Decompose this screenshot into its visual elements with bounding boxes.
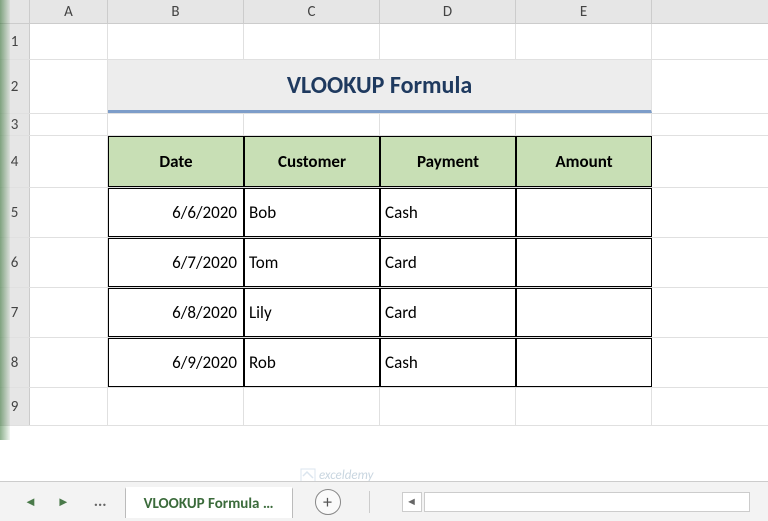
- tabbar-separator: [369, 491, 370, 513]
- cell-A3[interactable]: [30, 114, 108, 135]
- col-header-E[interactable]: E: [516, 0, 652, 23]
- cell-payment-3[interactable]: Card: [380, 288, 516, 337]
- cell-payment-1[interactable]: Cash: [380, 188, 516, 237]
- cell-E9[interactable]: [516, 388, 652, 425]
- row-header-2[interactable]: 2: [0, 60, 30, 113]
- cell-customer-1[interactable]: Bob: [244, 188, 380, 237]
- new-sheet-button[interactable]: +: [315, 489, 341, 515]
- row-header-6[interactable]: 6: [0, 238, 30, 287]
- row-header-1[interactable]: 1: [0, 24, 30, 59]
- plus-icon: +: [323, 491, 332, 513]
- header-date[interactable]: Date: [108, 136, 244, 187]
- column-header-row: A B C D E: [0, 0, 768, 24]
- cell-date-1[interactable]: 6/6/2020: [108, 188, 244, 237]
- cell-payment-4[interactable]: Cash: [380, 338, 516, 387]
- col-header-A[interactable]: A: [30, 0, 108, 23]
- grid-body: 1 2 VLOOKUP Formula 3 4 Date Custom: [0, 24, 768, 426]
- cell-amount-4[interactable]: [516, 338, 652, 387]
- spreadsheet-grid: A B C D E 1 2 VLOOKUP Formula 3: [0, 0, 768, 480]
- header-customer[interactable]: Customer: [244, 136, 380, 187]
- scroll-left-icon[interactable]: ◄: [402, 492, 422, 512]
- cell-amount-1[interactable]: [516, 188, 652, 237]
- row-5: 5 6/6/2020 Bob Cash: [0, 188, 768, 238]
- row-2: 2 VLOOKUP Formula: [0, 60, 768, 114]
- col-header-C[interactable]: C: [244, 0, 380, 23]
- row-header-4[interactable]: 4: [0, 136, 30, 187]
- horizontal-scrollbar[interactable]: ◄: [402, 492, 751, 512]
- cell-amount-3[interactable]: [516, 288, 652, 337]
- nav-prev-sheet-icon[interactable]: ◄: [18, 494, 43, 510]
- cell-A4[interactable]: [30, 136, 108, 187]
- cell-A9[interactable]: [30, 388, 108, 425]
- row-8: 8 6/9/2020 Rob Cash: [0, 338, 768, 388]
- row-3: 3: [0, 114, 768, 136]
- cell-date-2[interactable]: 6/7/2020: [108, 238, 244, 287]
- row-9: 9: [0, 388, 768, 426]
- cell-E1[interactable]: [516, 24, 652, 59]
- row-4: 4 Date Customer Payment Amount: [0, 136, 768, 188]
- row-header-8[interactable]: 8: [0, 338, 30, 387]
- row-header-3[interactable]: 3: [0, 114, 30, 135]
- cell-C9[interactable]: [244, 388, 380, 425]
- cell-E3[interactable]: [516, 114, 652, 135]
- cell-D3[interactable]: [380, 114, 516, 135]
- cell-date-3[interactable]: 6/8/2020: [108, 288, 244, 337]
- cell-C1[interactable]: [244, 24, 380, 59]
- title-cell[interactable]: VLOOKUP Formula: [108, 60, 652, 113]
- col-header-D[interactable]: D: [380, 0, 516, 23]
- cell-D1[interactable]: [380, 24, 516, 59]
- sheet-tab-bar: ◄ ► ... VLOOKUP Formula … + ◄: [0, 481, 768, 521]
- cell-A1[interactable]: [30, 24, 108, 59]
- cell-customer-2[interactable]: Tom: [244, 238, 380, 287]
- row-header-9[interactable]: 9: [0, 388, 30, 425]
- col-header-B[interactable]: B: [108, 0, 244, 23]
- cell-A2[interactable]: [30, 60, 108, 113]
- cell-A8[interactable]: [30, 338, 108, 387]
- cell-A5[interactable]: [30, 188, 108, 237]
- cell-A7[interactable]: [30, 288, 108, 337]
- sheet-tab-active[interactable]: VLOOKUP Formula …: [125, 487, 293, 518]
- row-1: 1: [0, 24, 768, 60]
- cell-C3[interactable]: [244, 114, 380, 135]
- cell-D9[interactable]: [380, 388, 516, 425]
- select-all-corner[interactable]: [0, 0, 30, 23]
- cell-customer-3[interactable]: Lily: [244, 288, 380, 337]
- cell-customer-4[interactable]: Rob: [244, 338, 380, 387]
- cell-B1[interactable]: [108, 24, 244, 59]
- cell-A6[interactable]: [30, 238, 108, 287]
- row-header-7[interactable]: 7: [0, 288, 30, 337]
- cell-B3[interactable]: [108, 114, 244, 135]
- row-6: 6 6/7/2020 Tom Card: [0, 238, 768, 288]
- row-header-5[interactable]: 5: [0, 188, 30, 237]
- more-sheets-button[interactable]: ...: [84, 492, 117, 511]
- nav-next-sheet-icon[interactable]: ►: [51, 494, 76, 510]
- row-7: 7 6/8/2020 Lily Card: [0, 288, 768, 338]
- cell-B9[interactable]: [108, 388, 244, 425]
- cell-date-4[interactable]: 6/9/2020: [108, 338, 244, 387]
- header-amount[interactable]: Amount: [516, 136, 652, 187]
- cell-amount-2[interactable]: [516, 238, 652, 287]
- header-payment[interactable]: Payment: [380, 136, 516, 187]
- scroll-track[interactable]: [424, 492, 751, 512]
- cell-payment-2[interactable]: Card: [380, 238, 516, 287]
